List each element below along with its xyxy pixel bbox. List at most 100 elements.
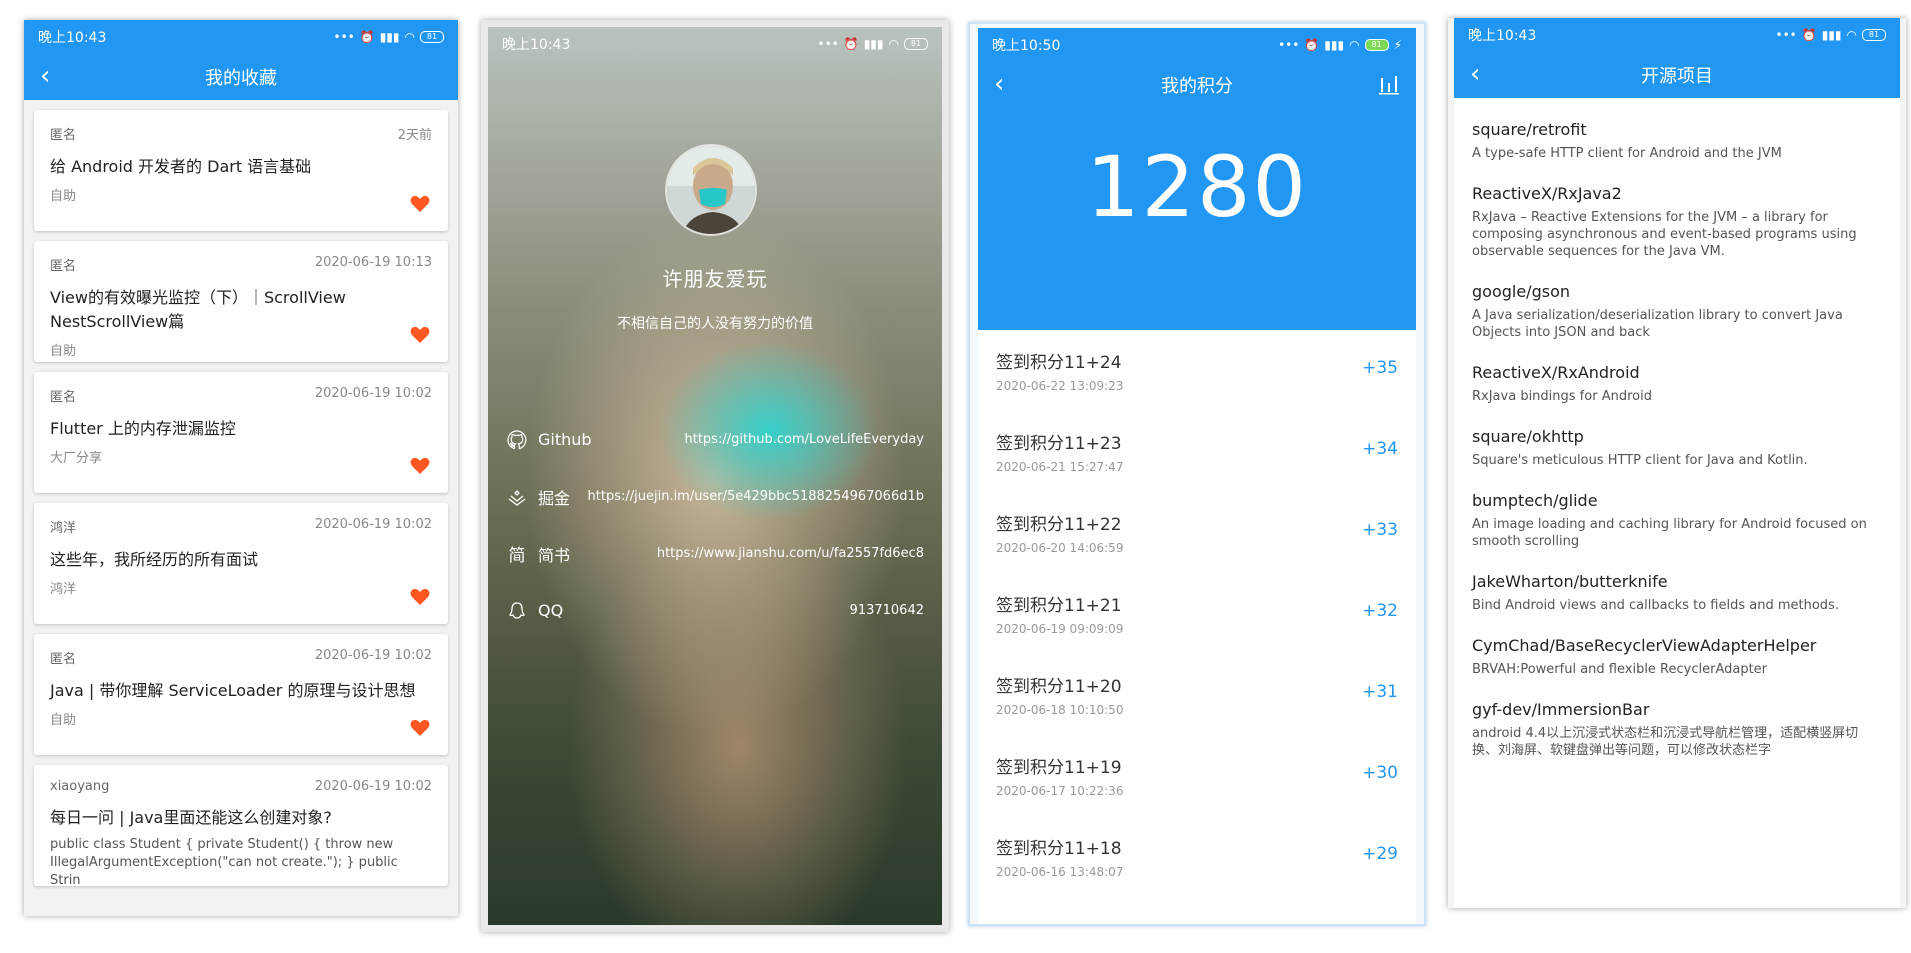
favorite-card[interactable]: 匿名 2020-06-19 10:02 Flutter 上的内存泄漏监控大厂分享 bbox=[34, 372, 448, 493]
repo-description: BRVAH:Powerful and flexible RecyclerAdap… bbox=[1472, 662, 1768, 677]
points-reason: 签到积分11+21 bbox=[996, 596, 1122, 616]
card-author: 匿名 bbox=[50, 652, 77, 667]
heart-icon[interactable] bbox=[410, 326, 430, 344]
page-title: 我的积分 bbox=[1161, 76, 1233, 97]
jianshu-icon: 简 bbox=[508, 546, 526, 566]
points-reason: 签到积分11+18 bbox=[996, 839, 1122, 859]
card-date: 2天前 bbox=[397, 128, 432, 143]
repo-item[interactable]: CymChad/BaseRecyclerViewAdapterHelper BRV… bbox=[1472, 614, 1882, 678]
user-name: 许朋友爱玩 bbox=[662, 267, 768, 291]
repo-name: ReactiveX/RxJava2 bbox=[1472, 184, 1622, 203]
opensource-screen: 晚上10:43 ••• ⏰ ▮▮▮ ◠ 81 ‹ 开源项目 square/ret… bbox=[1448, 18, 1906, 908]
points-time: 2020-06-16 13:48:07 bbox=[996, 865, 1124, 879]
heart-icon[interactable] bbox=[410, 195, 430, 213]
signal-icon: ▮▮▮ bbox=[863, 37, 884, 51]
points-reason: 签到积分11+24 bbox=[996, 353, 1122, 373]
repo-name: gyf-dev/ImmersionBar bbox=[1472, 700, 1650, 719]
favorite-card[interactable]: xiaoyang 2020-06-19 10:02 每日一问 | Java里面还能这… bbox=[34, 765, 448, 888]
contact-link-value[interactable]: https://www.jianshu.com/u/fa2557fd6ec8 bbox=[657, 546, 924, 561]
points-value: +35 bbox=[1362, 358, 1398, 378]
page-title: 开源项目 bbox=[1641, 66, 1713, 87]
back-icon[interactable]: ‹ bbox=[1470, 61, 1480, 87]
back-icon[interactable]: ‹ bbox=[994, 71, 1004, 97]
contact-link-name: Github bbox=[538, 430, 592, 449]
app-bar: ‹ 开源项目 bbox=[1454, 52, 1900, 98]
app-bar: ‹ 我的积分 bbox=[978, 62, 1416, 108]
repo-item[interactable]: ReactiveX/RxAndroid RxJava bindings for A… bbox=[1472, 341, 1882, 405]
points-value: +32 bbox=[1362, 601, 1398, 621]
signal-icon: ▮▮▮ bbox=[1324, 38, 1345, 52]
points-reason: 签到积分11+22 bbox=[996, 515, 1122, 535]
repo-item[interactable]: square/okhttp Square's meticulous HTTP cl… bbox=[1472, 405, 1882, 469]
card-title: Flutter 上的内存泄漏监控 bbox=[50, 419, 236, 438]
qq-icon bbox=[506, 600, 528, 622]
rank-chart-icon[interactable] bbox=[1378, 74, 1400, 96]
favorites-list[interactable]: 匿名 2天前给 Android 开发者的 Dart 语言基础 自助 匿名 2020-06… bbox=[24, 110, 458, 888]
card-category: 大厂分享 bbox=[50, 451, 103, 466]
card-category: 自助 bbox=[50, 713, 77, 728]
repo-item[interactable]: google/gson A Java serialization/deserial… bbox=[1472, 260, 1882, 341]
alarm-icon: ⏰ bbox=[1304, 38, 1320, 52]
wifi-icon: ◠ bbox=[1846, 28, 1857, 42]
repo-description: RxJava – Reactive Extensions for the JVM… bbox=[1472, 210, 1857, 259]
points-list[interactable]: 签到积分11+24 2020-06-22 13:09:23 +35 签到积分11+23… bbox=[978, 330, 1416, 924]
repo-description: Square's meticulous HTTP client for Java… bbox=[1472, 453, 1808, 468]
favorite-card[interactable]: 匿名 2020-06-19 10:13 View的有效曝光监控（下）｜ScrollV… bbox=[34, 241, 448, 362]
repo-item[interactable]: square/retrofit A type-safe HTTP client f… bbox=[1472, 98, 1882, 162]
card-author: xiaoyang bbox=[50, 779, 110, 794]
status-bar: 晚上10:43 ••• ⏰ ▮▮▮ ◠ 81 bbox=[24, 20, 458, 54]
contact-link-value[interactable]: 913710642 bbox=[850, 603, 924, 618]
heart-icon[interactable] bbox=[410, 588, 430, 606]
favorite-card[interactable]: 鸿洋 2020-06-19 10:02 这些年，我所经历的所有面试 鸿洋 bbox=[34, 503, 448, 624]
card-date: 2020-06-19 10:02 bbox=[314, 648, 432, 663]
contact-link-juejin[interactable]: 掘金 https://juejin.im/user/5e429bbc5188254… bbox=[506, 468, 924, 525]
heart-icon[interactable] bbox=[410, 457, 430, 475]
signal-icon: ▮▮▮ bbox=[1821, 28, 1842, 42]
points-record: 签到积分11+19 2020-06-17 10:22:36 +30 bbox=[978, 735, 1416, 816]
juejin-icon bbox=[506, 486, 528, 508]
points-reason: 签到积分11+20 bbox=[996, 677, 1122, 697]
points-time: 2020-06-17 10:22:36 bbox=[996, 784, 1124, 798]
repo-item[interactable]: gyf-dev/ImmersionBar android 4.4以上沉浸式状态栏和… bbox=[1472, 678, 1882, 759]
avatar[interactable] bbox=[665, 144, 757, 236]
points-record: 签到积分11+21 2020-06-19 09:09:09 +32 bbox=[978, 573, 1416, 654]
repo-item[interactable]: JakeWharton/butterknife Bind Android view… bbox=[1472, 550, 1882, 614]
card-date: 2020-06-19 10:13 bbox=[314, 255, 432, 270]
more-dots-icon: ••• bbox=[817, 37, 839, 51]
status-icons: ••• ⏰ ▮▮▮ ◠ 81 ⚡ bbox=[1278, 38, 1402, 52]
card-meta: 匿名 2天前 bbox=[50, 124, 432, 143]
contact-link-jianshu[interactable]: 简简书 https://www.jianshu.com/u/fa2557fd6ec… bbox=[506, 525, 925, 582]
heart-icon[interactable] bbox=[410, 719, 430, 737]
status-bar: 晚上10:50 ••• ⏰ ▮▮▮ ◠ 81 ⚡ bbox=[978, 28, 1416, 62]
back-icon[interactable]: ‹ bbox=[40, 63, 50, 89]
status-bar: 晚上10:43 ••• ⏰ ▮▮▮ ◠ 81 bbox=[488, 27, 942, 61]
repo-description: A Java serialization/deserialization lib… bbox=[1472, 308, 1843, 340]
contact-link-qq[interactable]: QQ 913710642 bbox=[506, 582, 924, 639]
card-title: Java | 带你理解 ServiceLoader 的原理与设计思想 bbox=[50, 681, 416, 700]
status-time: 晚上10:43 bbox=[38, 30, 107, 46]
contact-link-value[interactable]: https://juejin.im/user/5e429bbc518825496… bbox=[588, 489, 924, 504]
repo-item[interactable]: ReactiveX/RxJava2 RxJava – Reactive Exten… bbox=[1472, 162, 1882, 260]
contact-link-github[interactable]: Github https://github.com/LoveLifeEveryda… bbox=[506, 411, 924, 468]
favorite-card[interactable]: 匿名 2天前给 Android 开发者的 Dart 语言基础 自助 bbox=[34, 110, 448, 231]
card-category: 鸿洋 bbox=[50, 582, 77, 597]
contact-link-name: QQ bbox=[538, 601, 564, 620]
repo-description: Bind Android views and callbacks to fiel… bbox=[1472, 598, 1839, 613]
card-date: 2020-06-19 10:02 bbox=[314, 386, 432, 401]
contact-link-value[interactable]: https://github.com/LoveLifeEveryday bbox=[684, 432, 924, 447]
repo-item[interactable]: bumptech/glide An image loading and cachi… bbox=[1472, 469, 1882, 550]
app-bar: ‹ 我的收藏 bbox=[24, 54, 458, 100]
battery-icon: 81 bbox=[904, 38, 928, 50]
repo-name: square/retrofit bbox=[1472, 120, 1587, 139]
favorite-card[interactable]: 匿名 2020-06-19 10:02 Java | 带你理解 ServiceLoa… bbox=[34, 634, 448, 755]
about-background: 晚上10:43 ••• ⏰ ▮▮▮ ◠ 81 许朋友爱玩 不相信自己的人没有努力… bbox=[488, 27, 942, 925]
card-author: 鸿洋 bbox=[50, 521, 77, 536]
favorites-screen: 晚上10:43 ••• ⏰ ▮▮▮ ◠ 81 ‹ 我的收藏 匿名 2天前给 And… bbox=[24, 20, 458, 916]
points-value: +33 bbox=[1362, 520, 1398, 540]
github-icon bbox=[506, 429, 528, 451]
status-bar: 晚上10:43 ••• ⏰ ▮▮▮ ◠ 81 bbox=[1454, 18, 1900, 52]
points-record: 签到积分11+20 2020-06-18 10:10:50 +31 bbox=[978, 654, 1416, 735]
repo-list[interactable]: square/retrofit A type-safe HTTP client f… bbox=[1454, 98, 1900, 908]
card-meta: 匿名 2020-06-19 10:02 bbox=[50, 386, 432, 405]
wifi-icon: ◠ bbox=[404, 30, 415, 44]
